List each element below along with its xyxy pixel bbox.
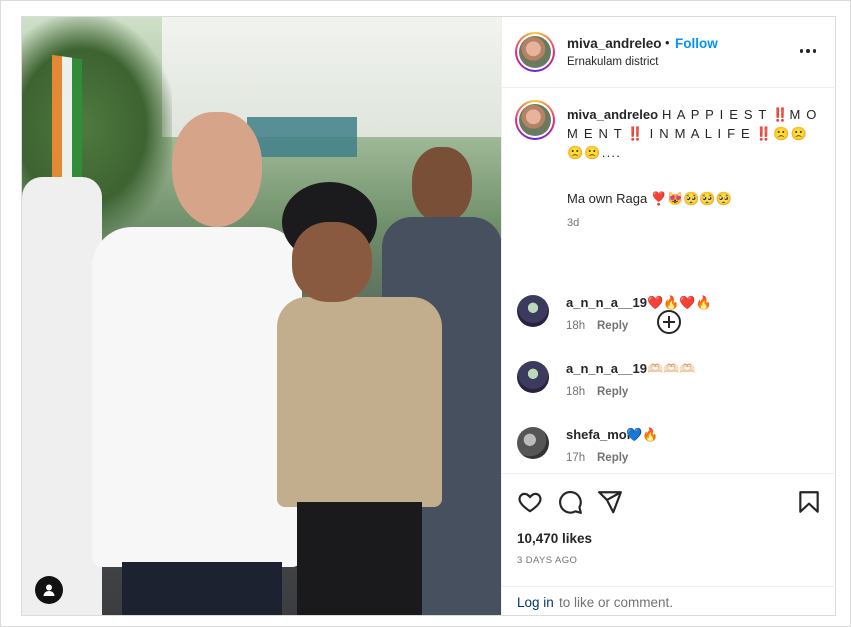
- more-options-icon[interactable]: [796, 41, 820, 61]
- comment-text: 💙🔥: [626, 427, 659, 442]
- comment-avatar[interactable]: [517, 427, 549, 459]
- location-link[interactable]: Ernakulam district: [567, 56, 658, 68]
- follow-button[interactable]: Follow: [675, 36, 718, 51]
- post-sidebar: miva_andreleo • Follow Ernakulam distric…: [501, 17, 836, 615]
- caption-line2: Ma own Raga ❣️😻🥺🥺🥺: [567, 191, 732, 206]
- instagram-post: miva_andreleo • Follow Ernakulam distric…: [21, 16, 836, 616]
- actions-bar: 10,470 likes 3 DAYS AGO: [502, 473, 836, 586]
- comment-avatar[interactable]: [517, 361, 549, 393]
- comment-username[interactable]: a_n_n_a__19: [566, 361, 647, 376]
- likes-count[interactable]: 10,470 likes: [517, 531, 592, 546]
- heart-icon[interactable]: [517, 489, 543, 515]
- comment-time: 18h: [566, 386, 586, 398]
- comment-text: 🫶🏻🫶🏻🫶🏻: [647, 361, 696, 376]
- post-dialog: miva_andreleo • Follow Ernakulam distric…: [0, 0, 851, 627]
- comment-username[interactable]: a_n_n_a__19: [566, 295, 647, 310]
- login-prompt-text: to like or comment.: [559, 595, 674, 610]
- bookmark-icon[interactable]: [796, 489, 822, 515]
- comment-icon[interactable]: [557, 489, 583, 515]
- tagged-users-icon[interactable]: [35, 576, 63, 604]
- post-photo[interactable]: [22, 17, 501, 615]
- comment-item: shefa_mol 💙🔥 17h Reply: [502, 427, 836, 477]
- login-prompt: Log in to like or comment.: [502, 586, 836, 615]
- post-header: miva_andreleo • Follow Ernakulam distric…: [502, 17, 836, 88]
- comment-item: a_n_n_a__19 🫶🏻🫶🏻🫶🏻 18h Reply: [502, 361, 836, 411]
- comment-text: ❤️🔥❤️🔥: [647, 295, 712, 310]
- caption-avatar[interactable]: [515, 100, 555, 140]
- header-username[interactable]: miva_andreleo: [567, 36, 662, 51]
- comment-item: a_n_n_a__19 ❤️🔥❤️🔥 18h Reply: [502, 295, 836, 345]
- reply-button[interactable]: Reply: [597, 452, 628, 464]
- separator-dot: •: [665, 35, 670, 50]
- caption-username[interactable]: miva_andreleo: [567, 107, 658, 122]
- comment-time: 17h: [566, 452, 586, 464]
- comment-avatar[interactable]: [517, 295, 549, 327]
- post-date: 3 DAYS AGO: [517, 555, 578, 566]
- comment-username[interactable]: shefa_mol: [566, 427, 630, 442]
- avatar[interactable]: [515, 32, 555, 72]
- caption-time: 3d: [567, 217, 580, 229]
- caption-text: miva_andreleo H A P P I E S T ‼️M O M E N…: [567, 105, 822, 162]
- comment-time: 18h: [566, 320, 586, 332]
- share-icon[interactable]: [597, 489, 623, 515]
- login-link[interactable]: Log in: [517, 595, 554, 610]
- reply-button[interactable]: Reply: [597, 320, 628, 332]
- reply-button[interactable]: Reply: [597, 386, 628, 398]
